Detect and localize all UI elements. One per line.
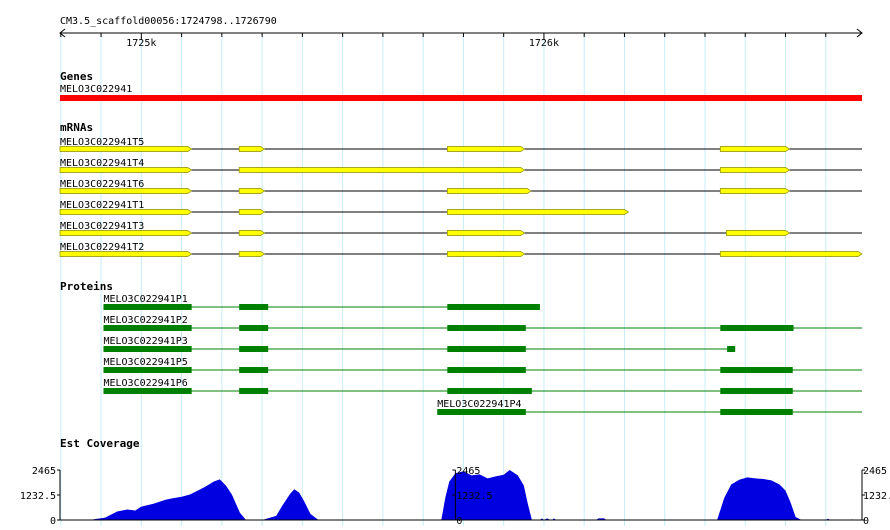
protein-block [239,367,269,373]
mrna-exon [59,146,193,152]
proteins-track-title: Proteins [60,280,113,293]
mrna-exon [446,209,630,215]
protein-block [103,367,192,373]
mrna-row[interactable]: MELO3C022941T2 [59,242,863,257]
ruler-tick-label: 1725k [126,38,156,49]
mrnas-track[interactable]: MELO3C022941T5 MELO3C022941T4 MELO3C022941… [59,137,863,257]
coverage-mid-label: 1232.5 [20,491,56,502]
mrna-exon [446,146,526,152]
protein-label: MELO3C022941P6 [103,378,187,389]
coverage-max-label: 2465 [863,466,887,477]
mrna-exon [59,251,193,257]
protein-block [720,367,793,373]
mrna-exon [238,251,266,257]
coverage-mid-label: 1232.5 [863,491,890,502]
mrna-exon [238,167,526,173]
coverage-zero-label: 0 [50,516,56,526]
protein-block [447,304,540,310]
mrna-row[interactable]: MELO3C022941T6 [59,179,862,194]
protein-row[interactable]: MELO3C022941P4 [437,399,862,415]
genes-track-title: Genes [60,70,93,83]
mrna-row[interactable]: MELO3C022941T5 [59,137,862,152]
mrna-exon [446,251,526,257]
coverage-track-title: Est Coverage [60,437,140,450]
protein-block [103,388,192,394]
protein-block [720,325,794,331]
gene-label: MELO3C022941 [60,84,132,95]
ruler-tick-label: 1726k [529,38,559,49]
protein-label: MELO3C022941P1 [103,294,187,305]
coverage-zero-label: 0 [456,516,462,526]
coverage-zero-label: 0 [863,516,869,526]
coverage-axis: 2465 1232.5 0 [861,466,890,527]
proteins-track[interactable]: MELO3C022941P1 MELO3C022941P2 MELO3C022941… [103,294,862,415]
mrna-exon [446,230,526,236]
genome-track-panel: CM3.5_scaffold00056:1724798..1726790 172… [20,16,890,527]
mrna-exon [238,188,266,194]
coverage-mid-label: 1232.5 [456,491,492,502]
protein-block [720,388,793,394]
genome-browser-view: CM3.5_scaffold00056:1724798..1726790 172… [0,0,890,527]
mrnas-track-title: mRNAs [60,121,93,134]
protein-block [447,346,526,352]
mrna-exon [238,230,266,236]
mrna-exon [719,188,791,194]
mrna-exon [59,230,193,236]
mrna-exon [59,167,193,173]
protein-block [239,346,269,352]
mrna-exon [719,146,791,152]
protein-block [239,325,269,331]
protein-block [239,304,269,310]
protein-row[interactable]: MELO3C022941P6 [103,378,862,394]
protein-block [447,325,526,331]
coverage-axis: 2465 1232.5 0 [20,466,61,527]
protein-block [447,367,526,373]
coverage-max-label: 2465 [456,466,480,477]
mrna-exon [446,188,532,194]
protein-label: MELO3C022941P4 [437,399,521,410]
protein-block [103,325,192,331]
genes-track[interactable]: MELO3C022941 [60,84,862,101]
mrna-exon [238,146,266,152]
est-coverage-track[interactable]: 2465 1232.5 0 2465 1232.5 0 2465 1232.5 0 [20,466,890,527]
mrna-exon [719,167,791,173]
gene-feature[interactable] [60,95,862,101]
coverage-max-label: 2465 [32,466,56,477]
mrna-row[interactable]: MELO3C022941T1 [59,200,630,215]
protein-label: MELO3C022941P2 [103,315,187,326]
protein-label: MELO3C022941P5 [103,357,187,368]
protein-block [437,409,526,415]
grid-lines [60,36,827,526]
coordinate-ruler[interactable]: 1725k 1726k [59,28,863,49]
mrna-row[interactable]: MELO3C022941T4 [59,158,862,173]
protein-label: MELO3C022941P3 [103,336,187,347]
protein-block [103,304,192,310]
mrna-exon [238,209,266,215]
protein-block [103,346,192,352]
protein-row[interactable]: MELO3C022941P1 [103,294,540,310]
mrna-exon [725,230,791,236]
coordinate-label: CM3.5_scaffold00056:1724798..1726790 [60,16,277,27]
protein-row[interactable]: MELO3C022941P2 [103,315,862,331]
protein-row[interactable]: MELO3C022941P3 [103,336,736,352]
protein-block [239,388,269,394]
protein-block [447,388,532,394]
protein-block [720,409,793,415]
mrna-row[interactable]: MELO3C022941T3 [59,221,862,236]
protein-block [727,346,736,352]
protein-row[interactable]: MELO3C022941P5 [103,357,862,373]
mrna-exon [719,251,863,257]
mrna-exon [59,188,193,194]
mrna-exon [59,209,193,215]
